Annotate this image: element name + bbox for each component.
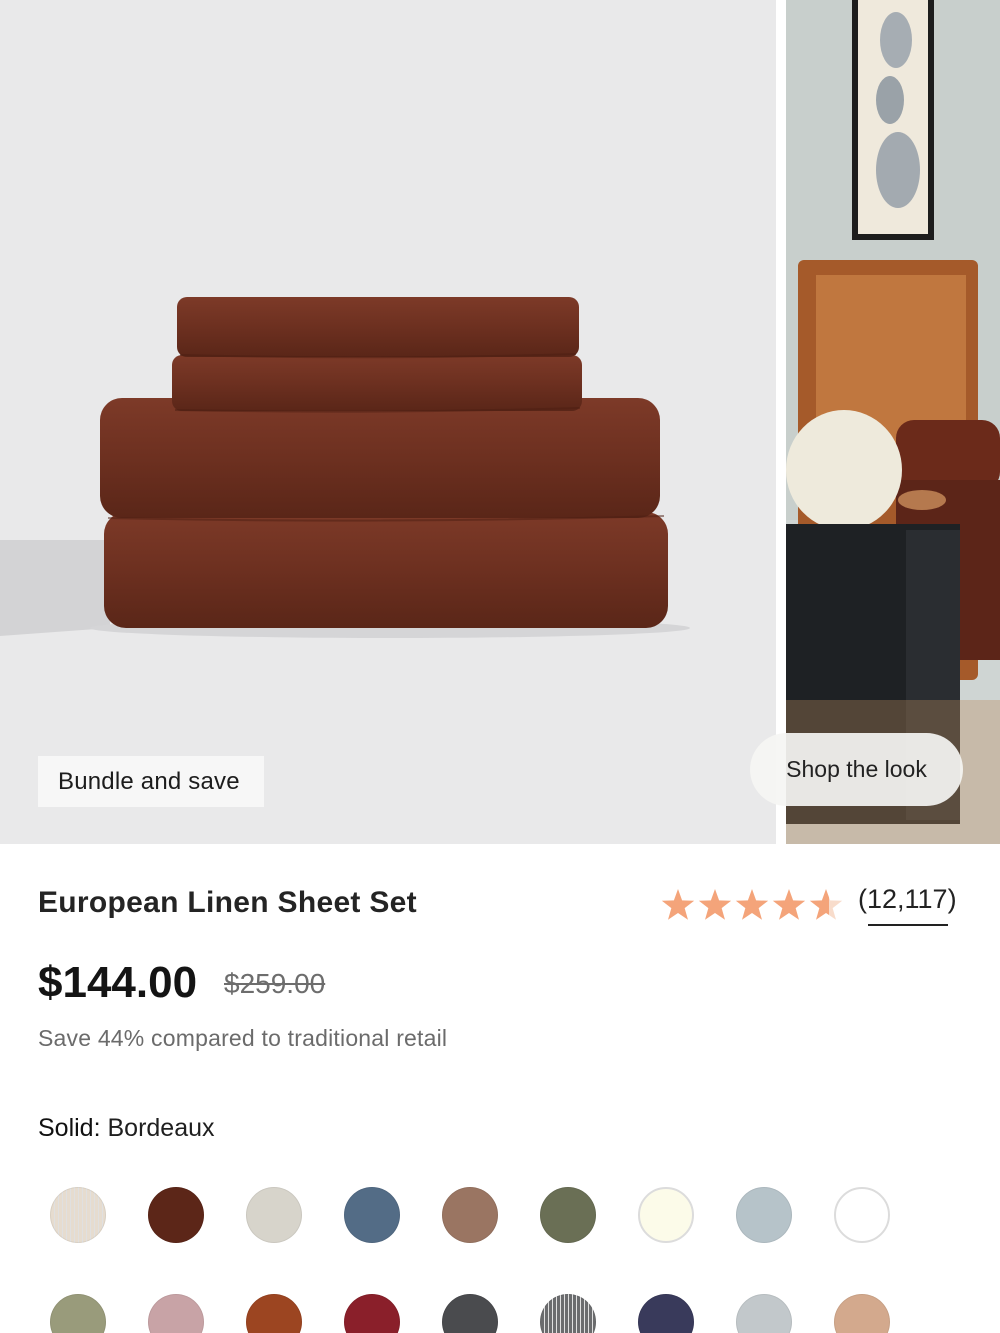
color-swatch[interactable] (442, 1187, 498, 1243)
sale-price: $144.00 (38, 958, 198, 1007)
color-swatch[interactable] (540, 1294, 596, 1333)
color-swatch[interactable] (736, 1294, 792, 1333)
color-swatch[interactable] (638, 1294, 694, 1333)
color-swatch[interactable] (834, 1294, 890, 1333)
lifestyle-thumbnail-image[interactable] (786, 0, 1000, 844)
bundle-save-badge: Bundle and save (38, 756, 264, 807)
color-swatch[interactable] (50, 1294, 106, 1333)
color-swatch[interactable] (344, 1187, 400, 1243)
color-swatch[interactable] (246, 1187, 302, 1243)
color-swatch[interactable] (148, 1294, 204, 1333)
color-swatch[interactable] (344, 1294, 400, 1333)
savings-text: Save 44% compared to traditional retail (38, 1025, 448, 1051)
shop-the-look-button[interactable]: Shop the look (750, 733, 963, 806)
star-rating (661, 889, 843, 920)
color-swatch[interactable] (540, 1187, 596, 1243)
star-icon (698, 889, 732, 920)
review-count-underline (868, 924, 948, 926)
color-swatch[interactable] (834, 1187, 890, 1243)
color-swatch[interactable] (246, 1294, 302, 1333)
sheet-stack-illustration (0, 0, 776, 844)
review-count-link[interactable]: (12,117) (858, 884, 957, 915)
star-icon (661, 889, 695, 920)
bedroom-scene-illustration (786, 0, 1000, 844)
selected-color-label: Solid: Bordeaux (38, 1114, 215, 1143)
star-icon (735, 889, 769, 920)
product-title: European Linen Sheet Set (38, 886, 417, 919)
color-swatch[interactable] (638, 1187, 694, 1243)
color-swatch[interactable] (442, 1294, 498, 1333)
star-icon (772, 889, 806, 920)
color-swatch[interactable] (50, 1187, 106, 1243)
hero-product-image[interactable]: Bundle and save (0, 0, 776, 844)
color-swatch[interactable] (148, 1187, 204, 1243)
original-price: $259.00 (224, 968, 326, 999)
star-icon (809, 889, 843, 920)
color-group-label: Solid: (38, 1114, 101, 1142)
product-gallery: Bundle and save Shop the look (0, 0, 1000, 844)
selected-color-name: Bordeaux (107, 1114, 215, 1142)
color-swatch[interactable] (736, 1187, 792, 1243)
